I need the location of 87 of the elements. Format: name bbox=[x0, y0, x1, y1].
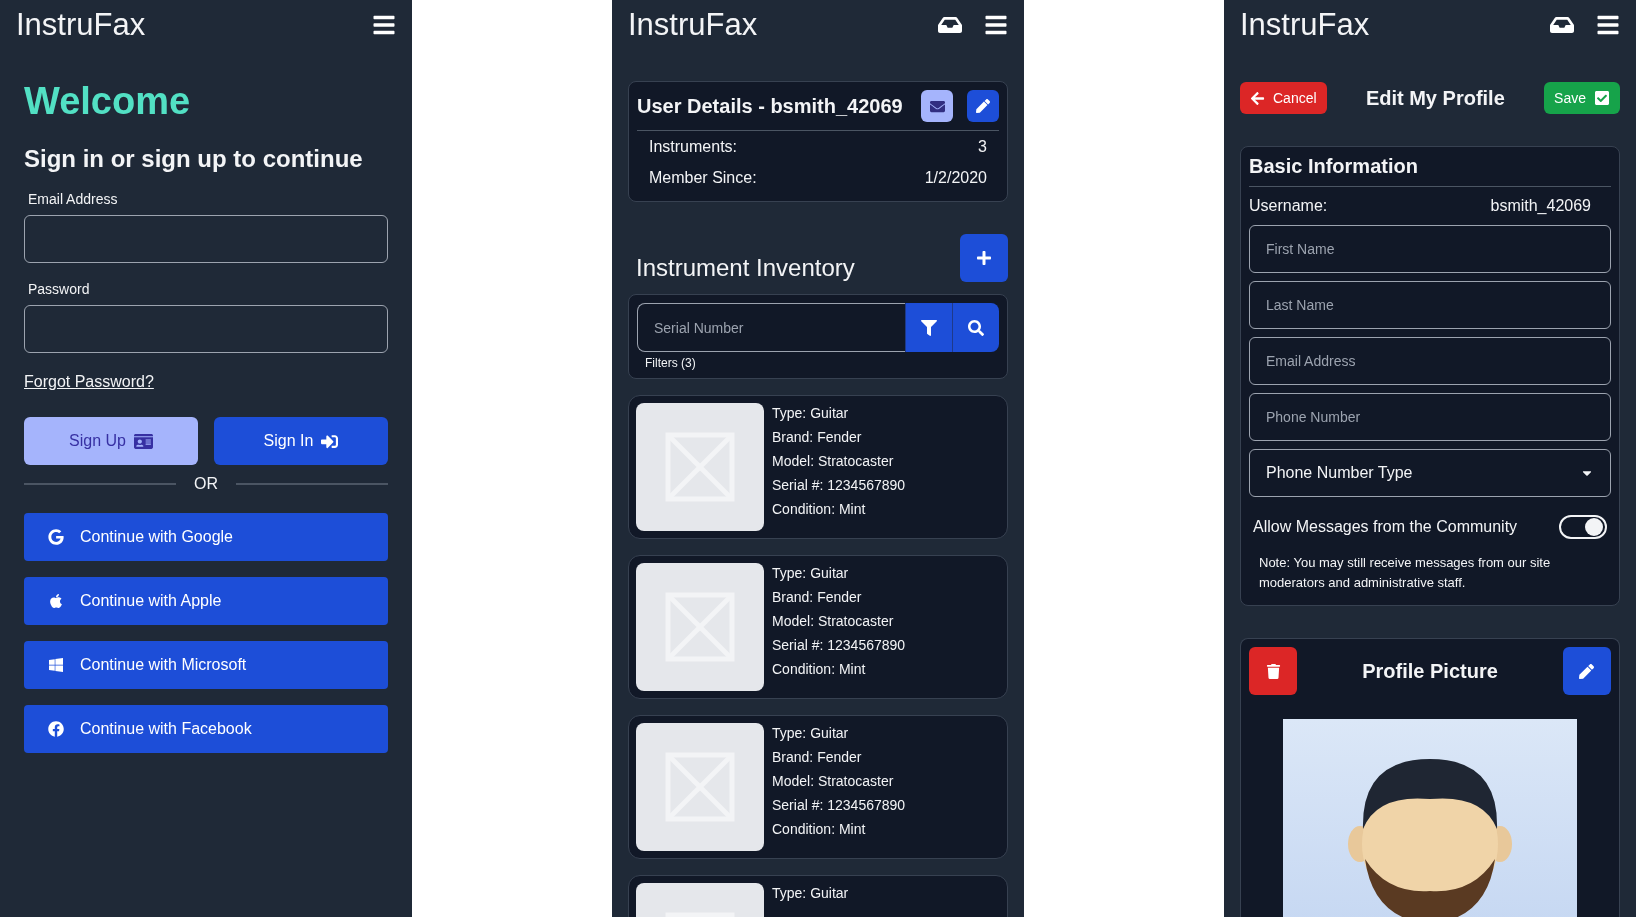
text-field[interactable]: First Name bbox=[1249, 225, 1611, 273]
instrument-detail: Type: Guitar bbox=[772, 884, 849, 903]
instrument-detail: Type: Guitar bbox=[772, 404, 850, 423]
welcome-heading: Welcome bbox=[24, 80, 192, 123]
edit-button[interactable] bbox=[967, 90, 999, 122]
instrument-card[interactable]: Type: Guitar Brand: Fender Model: Stratocaster Serial #: 1234567890 Condition: Mint bbox=[628, 395, 1008, 539]
instrument-detail: Brand: Fender bbox=[772, 748, 863, 767]
password-field[interactable] bbox=[24, 305, 388, 353]
plus-icon bbox=[976, 250, 992, 266]
toggle-label: Allow Messages from the Community bbox=[1253, 518, 1518, 536]
image-placeholder-icon bbox=[636, 563, 764, 691]
social-login-button[interactable]: Continue with Microsoft bbox=[24, 641, 388, 689]
forgot-password-link[interactable]: Forgot Password? bbox=[24, 373, 154, 391]
social-login-button[interactable]: Continue with Facebook bbox=[24, 705, 388, 753]
card-title: User Details - bsmith_42069 bbox=[637, 94, 904, 118]
phone-type-select[interactable]: Phone Number Type bbox=[1249, 449, 1611, 497]
filters-count: Filters (3) bbox=[645, 356, 697, 370]
menu-button[interactable] bbox=[1596, 13, 1620, 37]
instrument-card[interactable]: Type: Guitar Brand: Fender Model: Stratocaster Serial #: 1234567890 Condition: Mint bbox=[628, 715, 1008, 859]
id-card-icon bbox=[133, 431, 153, 451]
instrument-detail: Serial #: 1234567890 bbox=[772, 796, 906, 815]
app-title: InstruFax bbox=[1240, 7, 1371, 43]
facebook-icon bbox=[48, 721, 64, 737]
instrument-detail: Condition: Mint bbox=[772, 500, 867, 519]
detail-label: Instruments: bbox=[649, 137, 738, 156]
section-heading: Instrument Inventory bbox=[636, 254, 855, 282]
instrument-detail: Condition: Mint bbox=[772, 660, 867, 679]
detail-value: 3 bbox=[978, 137, 987, 156]
delete-button[interactable] bbox=[1249, 647, 1297, 695]
image-placeholder-icon bbox=[636, 723, 764, 851]
back-arrow-icon bbox=[1250, 90, 1265, 106]
instrument-detail: Brand: Fender bbox=[772, 428, 863, 447]
google-icon bbox=[48, 529, 64, 545]
app-title: InstruFax bbox=[628, 7, 759, 43]
username-value: bsmith_42069 bbox=[1490, 197, 1591, 215]
field-label: Email Address bbox=[28, 191, 119, 207]
text-field[interactable]: Last Name bbox=[1249, 281, 1611, 329]
instrument-card[interactable]: Type: Guitar Brand: Fender Model: Stratocaster Serial #: 1234567890 Condition: Mint bbox=[628, 555, 1008, 699]
text-field[interactable]: Email Address bbox=[1249, 337, 1611, 385]
edit-button[interactable] bbox=[1563, 647, 1611, 695]
search-icon bbox=[968, 319, 984, 336]
instrument-detail: Model: Stratocaster bbox=[772, 612, 895, 631]
envelope-icon bbox=[929, 98, 945, 114]
pencil-icon bbox=[976, 99, 990, 113]
windows-icon bbox=[48, 657, 64, 673]
page-title: Edit My Profile bbox=[1365, 86, 1505, 110]
instrument-detail: Serial #: 1234567890 bbox=[772, 636, 906, 655]
card-title: Profile Picture bbox=[1362, 659, 1498, 683]
trash-icon bbox=[1265, 663, 1281, 679]
instrument-detail: Serial #: 1234567890 bbox=[772, 476, 906, 495]
email-field[interactable] bbox=[24, 215, 388, 263]
sign-up-button[interactable]: Sign Up bbox=[24, 417, 198, 465]
app-title: InstruFax bbox=[16, 7, 147, 43]
detail-value: 1/2/2020 bbox=[924, 168, 987, 187]
instrument-detail: Type: Guitar bbox=[772, 564, 850, 583]
detail-label: Member Since: bbox=[649, 168, 757, 187]
instrument-card[interactable]: Type: Guitar bbox=[628, 875, 1008, 917]
cancel-button[interactable]: Cancel bbox=[1240, 82, 1327, 114]
toggle-switch[interactable] bbox=[1559, 515, 1607, 539]
filter-button[interactable] bbox=[905, 303, 952, 352]
social-login-button[interactable]: Continue with Google bbox=[24, 513, 388, 561]
menu-button[interactable] bbox=[984, 13, 1008, 37]
filter-icon bbox=[921, 319, 937, 336]
username-label: Username: bbox=[1249, 197, 1328, 215]
card-title: Basic Information bbox=[1249, 155, 1419, 178]
instrument-detail: Type: Guitar bbox=[772, 724, 850, 743]
image-placeholder-icon bbox=[636, 403, 764, 531]
add-button[interactable] bbox=[960, 234, 1008, 282]
check-icon bbox=[1594, 90, 1610, 106]
instrument-detail: Model: Stratocaster bbox=[772, 452, 895, 471]
instrument-detail: Brand: Fender bbox=[772, 588, 863, 607]
apple-icon bbox=[48, 593, 64, 609]
field-label: Password bbox=[28, 281, 91, 297]
subtitle: Sign in or sign up to continue bbox=[24, 145, 364, 173]
menu-button[interactable] bbox=[372, 13, 396, 37]
message-button[interactable] bbox=[921, 90, 953, 122]
pencil-icon bbox=[1579, 663, 1595, 679]
social-login-button[interactable]: Continue with Apple bbox=[24, 577, 388, 625]
divider-text: OR bbox=[194, 475, 218, 493]
search-field[interactable]: Serial Number bbox=[637, 303, 905, 352]
text-field[interactable]: Phone Number bbox=[1249, 393, 1611, 441]
instrument-detail: Condition: Mint bbox=[772, 820, 867, 839]
search-button[interactable] bbox=[952, 303, 999, 352]
note-text: Note: You may still receive messages from our site moderators and administrative staff. bbox=[1258, 554, 1552, 592]
sign-in-icon bbox=[321, 432, 339, 450]
instrument-detail: Model: Stratocaster bbox=[772, 772, 895, 791]
sign-in-button[interactable]: Sign In bbox=[214, 417, 388, 465]
